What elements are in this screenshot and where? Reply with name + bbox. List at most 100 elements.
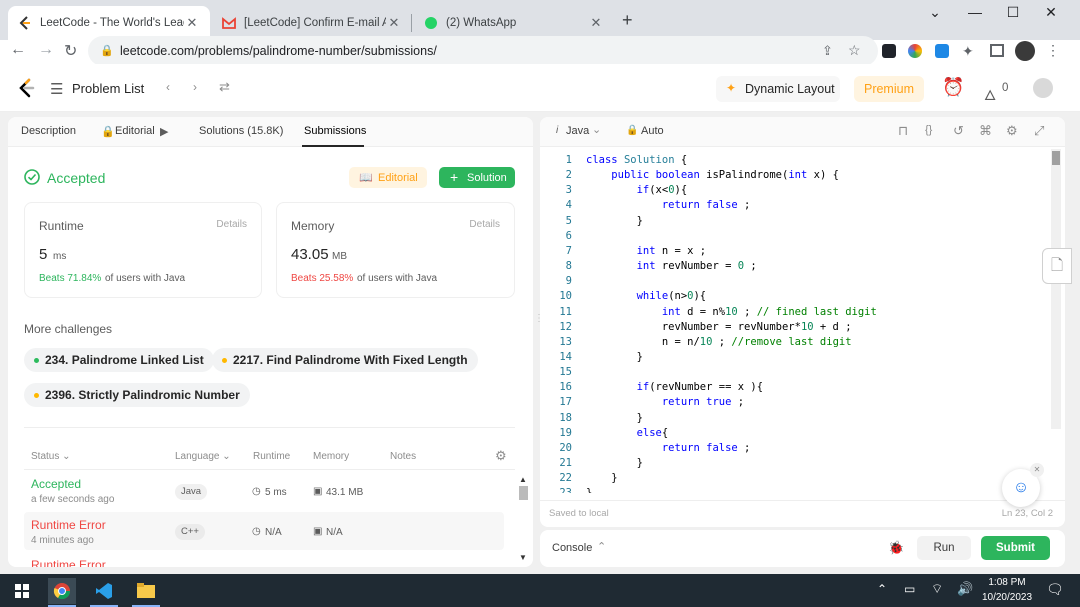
code-line[interactable]: 20 return false ; [540, 441, 1050, 456]
code-line[interactable]: 9 [540, 274, 1050, 289]
clock-time[interactable]: 1:08 PM [981, 577, 1033, 588]
browser-tab-whatsapp[interactable]: (2) WhatsApp ✕ [414, 6, 614, 40]
code-line[interactable]: 4 return false ; [540, 198, 1050, 213]
memory-card[interactable]: Memory Details 43.05 MB Beats 25.58% of … [276, 202, 515, 298]
notifications-icon[interactable]: 🗨 [1046, 581, 1064, 598]
tab-solutions[interactable]: Solutions (15.8K) [199, 125, 283, 137]
browser-tab-gmail[interactable]: [LeetCode] Confirm E-mail Addre ✕ [212, 6, 412, 40]
clock-date[interactable]: 10/20/2023 [976, 592, 1038, 603]
new-tab-button[interactable]: + [622, 10, 633, 31]
code-line[interactable]: 12 revNumber = revNumber*10 + d ; [540, 320, 1050, 335]
fullscreen-icon[interactable]: ⤢ [1034, 123, 1044, 139]
code-line[interactable]: 5 } [540, 214, 1050, 229]
reload-icon[interactable]: ↻ [64, 41, 77, 61]
code-line[interactable]: 1 class Solution { [540, 153, 1050, 168]
tab-submissions[interactable]: Submissions [304, 125, 366, 137]
notes-side-tab-icon[interactable]: 🗋 [1042, 248, 1072, 284]
dynamic-layout-button[interactable]: ✦ Dynamic Layout [716, 76, 840, 102]
maximize-button[interactable]: ☐ [996, 4, 1030, 24]
scroll-down-arrow-icon[interactable]: ▼ [519, 553, 527, 562]
code-line[interactable]: 11 int d = n%10 ; // fined last digit [540, 305, 1050, 320]
code-line[interactable]: 14 } [540, 350, 1050, 365]
code-line[interactable]: 16 if(revNumber == x ){ [540, 380, 1050, 395]
solution-button[interactable]: + Solution [439, 167, 515, 188]
memory-details-link[interactable]: Details [469, 219, 500, 230]
close-window-button[interactable]: ✕ [1034, 4, 1068, 24]
scrollbar-thumb[interactable] [1052, 151, 1060, 165]
code-line[interactable]: 3 if(x<0){ [540, 183, 1050, 198]
tab-search-icon[interactable]: ⌄ [918, 4, 952, 24]
runtime-card[interactable]: Runtime Details 5 ms Beats 71.84% of use… [24, 202, 262, 298]
react-devtools-icon[interactable] [882, 44, 896, 58]
language-column-header[interactable]: Language ⌄ [175, 451, 231, 462]
console-toggle[interactable]: Console [552, 542, 592, 554]
challenge-chip[interactable]: 2396. Strictly Palindromic Number [24, 383, 250, 407]
prev-problem-button[interactable]: ‹ [158, 78, 178, 98]
back-arrow-icon[interactable]: ← [10, 41, 26, 59]
code-line[interactable]: 7 int n = x ; [540, 244, 1050, 259]
language-select[interactable]: Java [566, 125, 589, 137]
code-line[interactable]: 17 return true ; [540, 395, 1050, 410]
code-line[interactable]: 21 } [540, 456, 1050, 471]
volume-icon[interactable]: 🔊 [957, 581, 973, 597]
tray-overflow-icon[interactable]: ⌃ [877, 582, 887, 596]
table-row[interactable]: Runtime Error 4 minutes ago C++ ◷ N/A ▣ … [24, 512, 504, 550]
problem-list-icon[interactable]: ☰ [50, 80, 63, 98]
forward-arrow-icon[interactable]: → [38, 41, 54, 59]
windows-start-icon[interactable] [8, 578, 36, 604]
premium-button[interactable]: Premium [854, 76, 924, 102]
problem-list-link[interactable]: Problem List [72, 81, 144, 96]
code-line[interactable]: 10 while(n>0){ [540, 289, 1050, 304]
editor-scrollbar[interactable] [1051, 149, 1061, 429]
table-row[interactable]: Accepted a few seconds ago Java ◷ 5 ms ▣… [24, 471, 504, 508]
next-problem-button[interactable]: › [185, 78, 205, 98]
tab-editorial[interactable]: Editorial [115, 125, 155, 137]
challenge-chip[interactable]: 234. Palindrome Linked List [24, 348, 214, 372]
code-line[interactable]: 19 else{ [540, 426, 1050, 441]
alarm-clock-icon[interactable]: ⏰ [942, 77, 964, 98]
settings-gear-icon[interactable]: ⚙ [1006, 123, 1018, 139]
battery-icon[interactable]: ▭ [904, 582, 915, 596]
chevron-down-icon[interactable]: ⌄ [592, 123, 601, 136]
format-braces-icon[interactable]: {} [925, 124, 932, 136]
tab-description[interactable]: Description [21, 125, 76, 137]
share-icon[interactable]: ⇪ [822, 43, 833, 59]
code-line[interactable]: 22 } [540, 471, 1050, 486]
close-tab-icon[interactable]: ✕ [386, 15, 402, 31]
code-line[interactable]: 23} [540, 486, 1050, 493]
runtime-details-link[interactable]: Details [216, 219, 247, 230]
chevron-up-icon[interactable]: ⌃ [597, 540, 606, 553]
autosave-label[interactable]: Auto [641, 125, 664, 137]
minimize-button[interactable]: — [958, 4, 992, 24]
debug-bug-icon[interactable]: 🐞 [888, 540, 904, 556]
close-tab-icon[interactable]: ✕ [184, 15, 200, 31]
code-line[interactable]: 18 } [540, 411, 1050, 426]
close-tab-icon[interactable]: ✕ [588, 15, 604, 31]
extensions-puzzle-icon[interactable]: ✦ [962, 43, 974, 60]
scrollbar-thumb[interactable] [519, 486, 528, 500]
fi-extension-icon[interactable] [935, 44, 949, 58]
scrollbar[interactable]: ▲ ▼ [518, 475, 529, 562]
status-column-header[interactable]: Status ⌄ [31, 451, 71, 462]
close-chat-icon[interactable]: ✕ [1030, 463, 1044, 477]
file-explorer-taskbar-icon[interactable] [132, 578, 160, 604]
code-area[interactable]: 1 class Solution {2 public boolean isPali… [540, 153, 1050, 493]
bookmark-star-icon[interactable]: ☆ [848, 42, 861, 59]
code-line[interactable]: 2 public boolean isPalindrome(int x) { [540, 168, 1050, 183]
profile-avatar[interactable] [1015, 41, 1035, 61]
side-panel-icon[interactable] [990, 44, 1004, 57]
vscode-taskbar-icon[interactable] [90, 578, 118, 604]
reset-icon[interactable]: ↺ [953, 123, 964, 139]
browser-tab-leetcode[interactable]: LeetCode - The World's Leading ✕ [8, 6, 210, 40]
chrome-menu-icon[interactable]: ⋮ [1046, 42, 1060, 59]
scroll-up-arrow-icon[interactable]: ▲ [519, 475, 527, 484]
address-bar[interactable]: 🔒 leetcode.com/problems/palindrome-numbe… [88, 36, 878, 66]
submit-button[interactable]: Submit [981, 536, 1050, 560]
code-line[interactable]: 15 [540, 365, 1050, 380]
shortcuts-icon[interactable]: ⌘ [979, 123, 992, 139]
challenge-chip[interactable]: 2217. Find Palindrome With Fixed Length [212, 348, 478, 372]
table-row[interactable]: Runtime Error [24, 554, 504, 567]
code-line[interactable]: 13 n = n/10 ; //remove last digit [540, 335, 1050, 350]
code-line[interactable]: 6 [540, 229, 1050, 244]
user-avatar[interactable] [1033, 78, 1053, 98]
